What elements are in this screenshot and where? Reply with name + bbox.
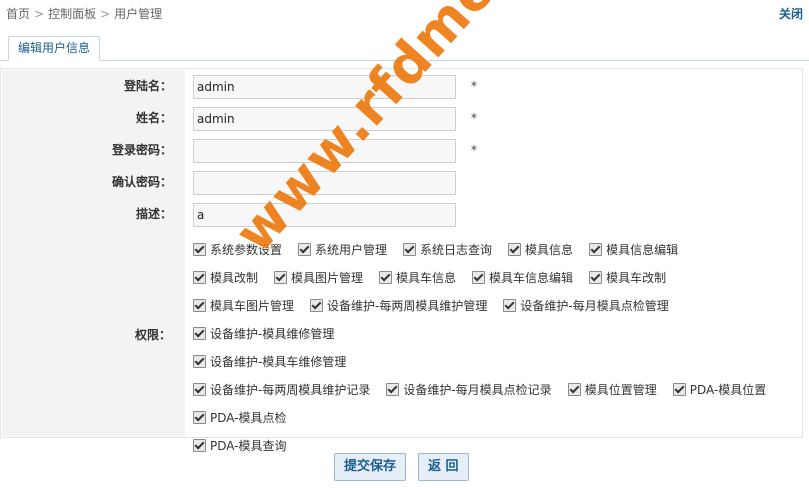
- permission-checkbox[interactable]: PDA-模具位置: [672, 376, 767, 404]
- permission-label: PDA-模具位置: [689, 383, 767, 397]
- permission-label: 设备维护-模具车维修管理: [210, 355, 347, 369]
- permission-checkbox[interactable]: 设备维护-每月模具点检管理: [503, 292, 669, 320]
- back-button[interactable]: 返 回: [418, 453, 469, 481]
- permission-checkbox[interactable]: 设备维护-每两周模具维护管理: [310, 292, 487, 320]
- checkmark-icon: [193, 271, 206, 284]
- checkmark-icon: [472, 271, 486, 284]
- checkmark-icon: [310, 299, 324, 312]
- checkmark-icon: [193, 439, 206, 452]
- permission-label: 模具车图片管理: [210, 299, 295, 313]
- permission-checkbox[interactable]: 模具车图片管理: [193, 292, 294, 320]
- permission-checkbox[interactable]: 模具信息编辑: [589, 236, 678, 264]
- required-mark: *: [471, 143, 477, 157]
- username-label: 登陆名：: [123, 79, 172, 93]
- checkmark-icon: [274, 271, 288, 284]
- submit-save-button[interactable]: 提交保存: [334, 453, 407, 481]
- permission-label: 模具车改制: [606, 271, 667, 285]
- description-label: 描述：: [135, 207, 172, 221]
- permission-label: 设备维护-每月模具点检记录: [403, 383, 552, 397]
- permission-checkbox[interactable]: PDA-模具查询: [193, 432, 287, 460]
- permission-checkbox[interactable]: 模具车改制: [589, 264, 666, 292]
- permission-checkbox[interactable]: 设备维护-每月模具点检记录: [386, 376, 552, 404]
- permission-checkbox[interactable]: 系统用户管理: [298, 236, 387, 264]
- permission-label: 设备维护-每两周模具维护管理: [327, 299, 488, 313]
- password-row: 登录密码： *: [1, 134, 802, 166]
- permissions-label: 权限：: [134, 328, 171, 342]
- close-link[interactable]: 关闭: [779, 6, 803, 22]
- permission-checkbox[interactable]: 设备维护-模具车维修管理: [193, 348, 346, 376]
- password-label: 登录密码：: [111, 143, 172, 157]
- permission-checkbox[interactable]: 模具车信息编辑: [472, 264, 573, 292]
- breadcrumb-separator: >: [100, 7, 111, 21]
- permission-label: PDA-模具点检: [210, 411, 287, 425]
- checkmark-icon: [589, 271, 603, 284]
- breadcrumb-home[interactable]: 首页: [6, 7, 30, 21]
- permission-checkbox[interactable]: 模具图片管理: [274, 264, 363, 292]
- permission-label: 系统日志查询: [420, 243, 493, 257]
- breadcrumb: 首页 > 控制面板 > 用户管理: [6, 6, 162, 22]
- permission-label: 模具位置管理: [584, 383, 657, 397]
- permission-label: 设备维护-模具维修管理: [210, 327, 335, 341]
- checkmark-icon: [193, 243, 206, 256]
- confirm-password-row: 确认密码：: [1, 166, 802, 198]
- required-mark: *: [471, 79, 477, 93]
- checkmark-icon: [193, 299, 206, 312]
- permission-label: 模具图片管理: [291, 271, 364, 285]
- checkmark-icon: [193, 355, 206, 368]
- permission-label: 模具信息编辑: [606, 243, 679, 257]
- required-mark: *: [471, 111, 477, 125]
- user-edit-form: 登陆名： * 姓名： * 登录密码： * 确认密码： 描述： 权限： 系统参数设…: [0, 68, 803, 453]
- checkmark-icon: [503, 299, 517, 312]
- checkmark-icon: [193, 327, 206, 340]
- permission-checkbox[interactable]: 模具车信息: [379, 264, 456, 292]
- permission-label: 模具车信息: [396, 271, 457, 285]
- permission-checkbox[interactable]: 模具位置管理: [567, 376, 657, 404]
- permission-checkbox[interactable]: 模具改制: [193, 264, 258, 292]
- permission-checkbox[interactable]: 设备维护-模具维修管理: [193, 320, 334, 348]
- permission-label: 模具信息: [525, 243, 574, 257]
- breadcrumb-user-management: 用户管理: [114, 7, 163, 21]
- checkmark-icon: [379, 271, 393, 284]
- tab-edit-user-info[interactable]: 编辑用户信息: [8, 36, 101, 61]
- breadcrumb-separator: >: [34, 7, 45, 21]
- name-label: 姓名：: [135, 111, 172, 125]
- breadcrumb-control-panel[interactable]: 控制面板: [48, 7, 96, 21]
- checkmark-icon: [403, 243, 417, 256]
- permission-label: PDA-模具查询: [210, 439, 287, 453]
- checkmark-icon: [386, 383, 400, 396]
- permission-label: 设备维护-每两周模具维护记录: [210, 383, 371, 397]
- permission-checkbox[interactable]: 系统日志查询: [403, 236, 492, 264]
- checkmark-icon: [193, 411, 206, 424]
- permission-label: 模具车信息编辑: [489, 271, 574, 285]
- confirm-password-label: 确认密码：: [111, 175, 172, 189]
- permission-label: 系统用户管理: [315, 243, 388, 257]
- checkmark-icon: [193, 383, 206, 396]
- checkmark-icon: [508, 243, 522, 256]
- permission-checkbox[interactable]: 模具信息: [508, 236, 573, 264]
- permission-checkbox[interactable]: PDA-模具点检: [193, 404, 287, 432]
- permission-label: 模具改制: [210, 271, 259, 285]
- description-row: 描述：: [1, 198, 802, 230]
- checkmark-icon: [567, 383, 581, 396]
- permission-label: 设备维护-每月模具点检管理: [520, 299, 669, 313]
- checkmark-icon: [298, 243, 312, 256]
- checkmark-icon: [589, 243, 603, 256]
- permissions-group: 系统参数设置 系统用户管理 系统日志查询 模具信息 模具信息编辑 模具改制 模具图片管理模…: [193, 236, 798, 460]
- permission-checkbox[interactable]: 设备维护-每两周模具维护记录: [193, 376, 370, 404]
- checkmark-icon: [672, 383, 686, 396]
